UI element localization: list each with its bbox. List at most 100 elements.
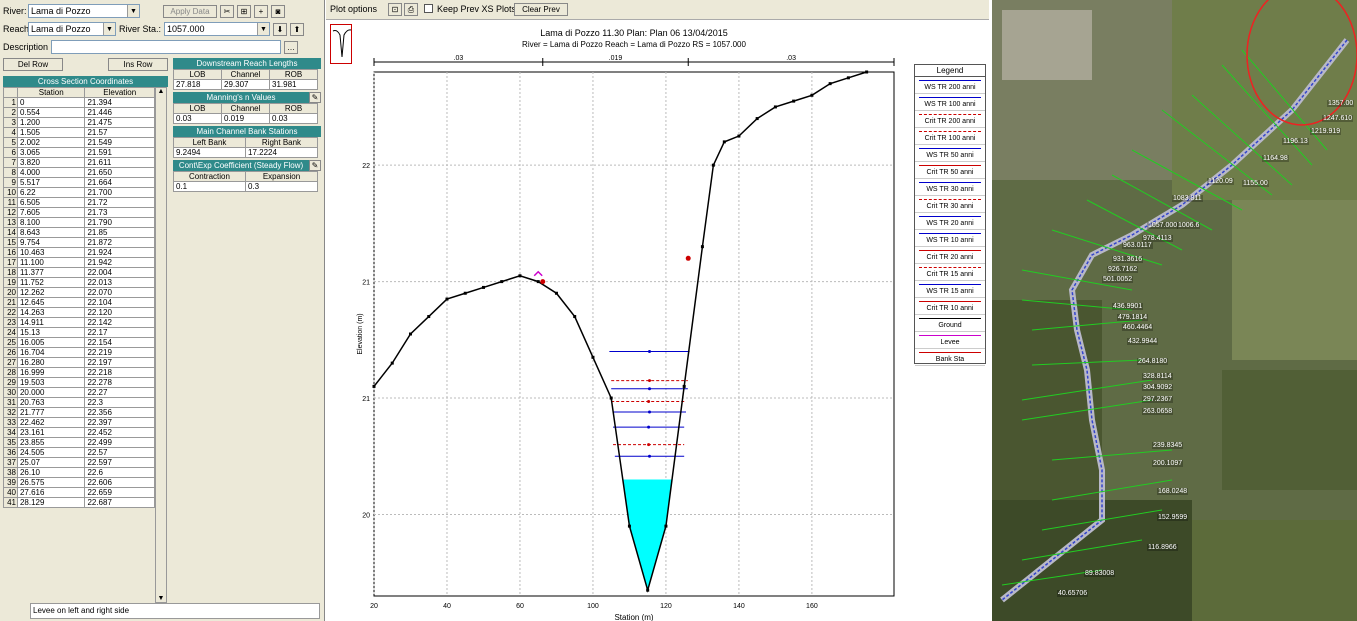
elevation-cell[interactable]: 21.549: [84, 137, 155, 148]
elevation-cell[interactable]: 21.942: [84, 257, 155, 268]
table-row[interactable]: 6 3.065 21.591: [3, 147, 155, 158]
elevation-cell[interactable]: 22.17: [84, 327, 155, 338]
print-icon[interactable]: ⎙: [404, 3, 418, 16]
table-row[interactable]: 17 11.100 21.942: [3, 257, 155, 268]
table-row[interactable]: 8 4.000 21.650: [3, 167, 155, 178]
table-row[interactable]: 25 16.005 22.154: [3, 337, 155, 348]
table-row[interactable]: 11 6.505 21.72: [3, 197, 155, 208]
elevation-cell[interactable]: 22.356: [84, 407, 155, 418]
elevation-cell[interactable]: 21.394: [84, 97, 155, 108]
table-row[interactable]: 26 16.704 22.219: [3, 347, 155, 358]
elevation-cell[interactable]: 21.73: [84, 207, 155, 218]
table-row[interactable]: 5 2.002 21.549: [3, 137, 155, 148]
station-cell[interactable]: 16.280: [16, 357, 86, 368]
elevation-cell[interactable]: 21.57: [84, 127, 155, 138]
manning-edit-icon[interactable]: ✎: [309, 92, 321, 103]
reach-select[interactable]: Lama di Pozzo ▼: [28, 22, 116, 36]
elevation-cell[interactable]: 22.219: [84, 347, 155, 358]
station-cell[interactable]: 8.643: [16, 227, 86, 238]
del-row-button[interactable]: Del Row: [3, 58, 63, 71]
table-row[interactable]: 40 27.616 22.659: [3, 487, 155, 498]
station-cell[interactable]: 27.616: [16, 487, 86, 498]
right-bank-value[interactable]: 17.2224: [245, 147, 318, 158]
plot-options-menu[interactable]: Plot options: [330, 4, 377, 14]
station-cell[interactable]: 5.517: [16, 177, 86, 188]
station-cell[interactable]: 11.377: [16, 267, 86, 278]
elevation-cell[interactable]: 22.154: [84, 337, 155, 348]
table-row[interactable]: 9 5.517 21.664: [3, 177, 155, 188]
table-row[interactable]: 33 22.462 22.397: [3, 417, 155, 428]
station-cell[interactable]: 1.200: [16, 117, 86, 128]
elevation-cell[interactable]: 21.611: [84, 157, 155, 168]
zoom-icon[interactable]: ⊡: [388, 3, 402, 16]
elevation-cell[interactable]: 21.700: [84, 187, 155, 198]
station-cell[interactable]: 28.129: [16, 497, 86, 508]
table-row[interactable]: 31 20.763 22.3: [3, 397, 155, 408]
river-sta-select[interactable]: 1057.000 ▼: [164, 22, 271, 36]
downstream-channel[interactable]: 29.307: [221, 79, 270, 90]
elevation-cell[interactable]: 21.72: [84, 197, 155, 208]
table-row[interactable]: 1 0 21.394: [3, 97, 155, 108]
elevation-cell[interactable]: 21.664: [84, 177, 155, 188]
elevation-cell[interactable]: 22.013: [84, 277, 155, 288]
left-bank-value[interactable]: 9.2494: [173, 147, 246, 158]
plot-icon[interactable]: ⊞: [237, 4, 251, 18]
table-row[interactable]: 23 14.911 22.142: [3, 317, 155, 328]
elevation-cell[interactable]: 22.197: [84, 357, 155, 368]
table-row[interactable]: 18 11.377 22.004: [3, 267, 155, 278]
description-input[interactable]: [51, 40, 282, 54]
station-cell[interactable]: 23.855: [16, 437, 86, 448]
table-row[interactable]: 12 7.605 21.73: [3, 207, 155, 218]
elevation-cell[interactable]: 22.499: [84, 437, 155, 448]
ins-row-button[interactable]: Ins Row: [108, 58, 168, 71]
station-cell[interactable]: 2.002: [16, 137, 86, 148]
elevation-cell[interactable]: 22.142: [84, 317, 155, 328]
river-select[interactable]: Lama di Pozzo ▼: [28, 4, 140, 18]
elevation-cell[interactable]: 22.6: [84, 467, 155, 478]
station-cell[interactable]: 12.645: [16, 297, 86, 308]
table-row[interactable]: 22 14.263 22.120: [3, 307, 155, 318]
table-row[interactable]: 13 8.100 21.790: [3, 217, 155, 228]
table-row[interactable]: 4 1.505 21.57: [3, 127, 155, 138]
station-cell[interactable]: 24.505: [16, 447, 86, 458]
apply-data-button[interactable]: Apply Data: [163, 4, 217, 18]
manning-lob[interactable]: 0.03: [173, 113, 222, 124]
table-row[interactable]: 41 28.129 22.687: [3, 497, 155, 508]
elevation-cell[interactable]: 21.475: [84, 117, 155, 128]
elevation-cell[interactable]: 22.278: [84, 377, 155, 388]
cont-edit-icon[interactable]: ✎: [309, 160, 321, 171]
table-row[interactable]: 19 11.752 22.013: [3, 277, 155, 288]
station-cell[interactable]: 20.763: [16, 397, 86, 408]
table-row[interactable]: 2 0.554 21.446: [3, 107, 155, 118]
arrow-up-icon[interactable]: ⬆: [290, 22, 305, 36]
table-row[interactable]: 32 21.777 22.356: [3, 407, 155, 418]
station-cell[interactable]: 21.777: [16, 407, 86, 418]
elevation-cell[interactable]: 22.104: [84, 297, 155, 308]
scroll-down-icon[interactable]: ▼: [156, 595, 166, 602]
elevation-cell[interactable]: 21.924: [84, 247, 155, 258]
ellipsis-icon[interactable]: …: [284, 40, 299, 54]
station-cell[interactable]: 14.911: [16, 317, 86, 328]
station-cell[interactable]: 8.100: [16, 217, 86, 228]
table-row[interactable]: 10 6.22 21.700: [3, 187, 155, 198]
elevation-cell[interactable]: 22.120: [84, 307, 155, 318]
table-row[interactable]: 35 23.855 22.499: [3, 437, 155, 448]
station-cell[interactable]: 16.005: [16, 337, 86, 348]
aerial-map[interactable]: 1357.00 1247.610 1219.919 1196.13 1164.98 115…: [992, 0, 1357, 621]
arrow-down-icon[interactable]: ⬇: [273, 22, 288, 36]
scroll-up-icon[interactable]: ▲: [156, 88, 166, 95]
station-cell[interactable]: 0.554: [16, 107, 86, 118]
edit-tools-icon[interactable]: ✂: [220, 4, 234, 18]
manning-rob[interactable]: 0.03: [269, 113, 318, 124]
station-cell[interactable]: 23.161: [16, 427, 86, 438]
elevation-cell[interactable]: 22.687: [84, 497, 155, 508]
station-cell[interactable]: 12.262: [16, 287, 86, 298]
add-icon[interactable]: +: [254, 4, 268, 18]
elevation-cell[interactable]: 21.446: [84, 107, 155, 118]
elevation-cell[interactable]: 22.452: [84, 427, 155, 438]
station-cell[interactable]: 14.263: [16, 307, 86, 318]
table-row[interactable]: 24 15.13 22.17: [3, 327, 155, 338]
xs-table-scrollbar[interactable]: ▲ ▼: [155, 87, 167, 603]
camera-icon[interactable]: ◙: [271, 4, 285, 18]
manning-channel[interactable]: 0.019: [221, 113, 270, 124]
